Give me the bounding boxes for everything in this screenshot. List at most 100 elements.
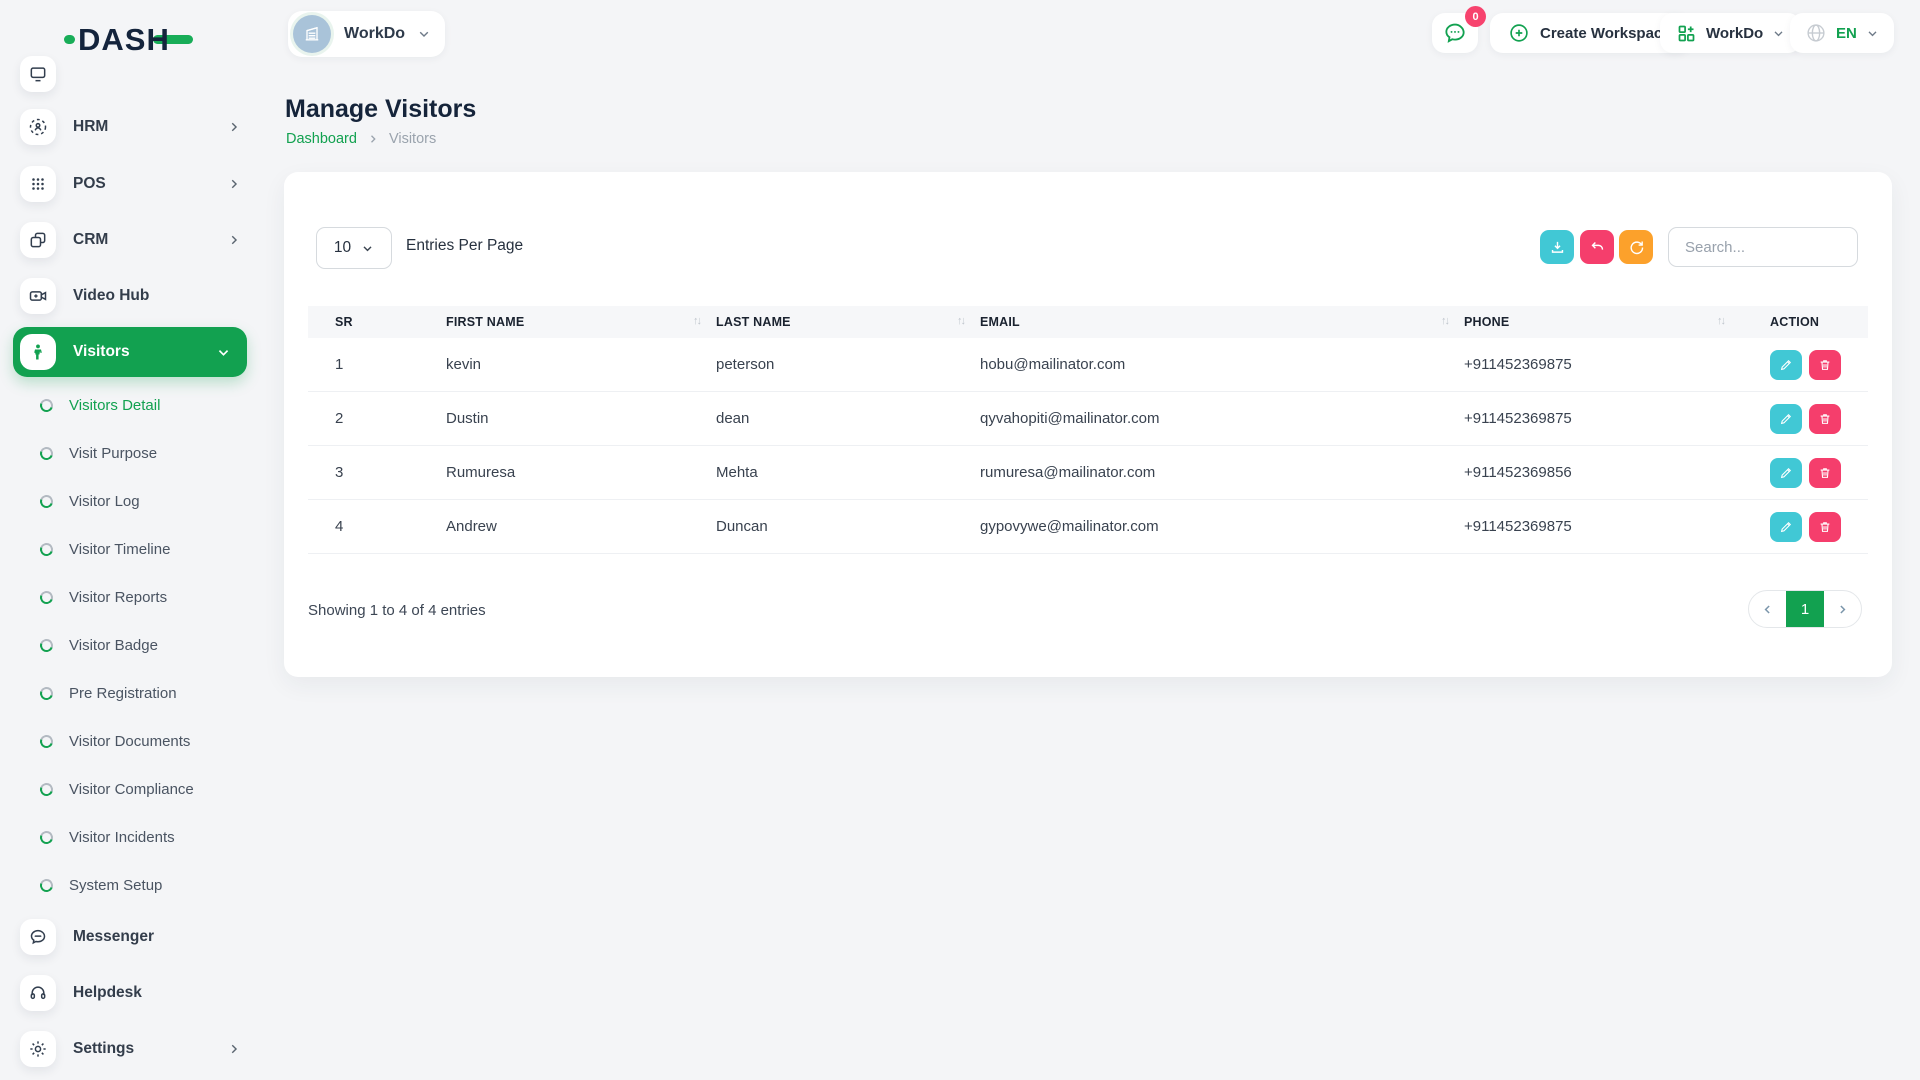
submenu-item[interactable]: Visitor Compliance: [0, 765, 263, 813]
cell-phone: +911452369856: [1464, 446, 1740, 500]
sidebar-item-hrm[interactable]: HRM: [20, 109, 247, 145]
workspace-selector[interactable]: WorkDo: [288, 11, 445, 57]
column-header-action: ACTION: [1740, 306, 1868, 338]
cell-email: rumuresa@mailinator.com: [980, 446, 1464, 500]
delete-button[interactable]: [1809, 404, 1841, 434]
entries-per-page-select[interactable]: 10: [316, 227, 392, 269]
breadcrumb: Dashboard Visitors: [286, 131, 436, 147]
sidebar-item-visitors[interactable]: Visitors: [13, 327, 247, 377]
table-row: 4 Andrew Duncan gypovywe@mailinator.com …: [308, 500, 1868, 554]
pagination: 1: [1748, 590, 1862, 628]
language-selector[interactable]: EN: [1790, 13, 1894, 53]
chevron-down-icon: [417, 27, 431, 41]
cell-email: gypovywe@mailinator.com: [980, 500, 1464, 554]
messenger-badge: 0: [1465, 6, 1486, 27]
delete-button[interactable]: [1809, 512, 1841, 542]
column-header-phone[interactable]: PHONE↑↓: [1464, 306, 1740, 338]
sidebar-item-clipped[interactable]: [20, 56, 247, 92]
submenu-item[interactable]: Visitor Log: [0, 477, 263, 525]
submenu-item[interactable]: Visitor Badge: [0, 621, 263, 669]
chevron-left-icon: [1761, 603, 1774, 616]
cell-phone: +911452369875: [1464, 338, 1740, 392]
submenu-item-label: Visitor Documents: [69, 733, 190, 750]
search-input[interactable]: [1668, 227, 1858, 267]
column-header-email[interactable]: EMAIL↑↓: [980, 306, 1464, 338]
cell-sr: 2: [308, 392, 446, 446]
submenu-item[interactable]: Visitor Incidents: [0, 813, 263, 861]
logo-text: DASH: [78, 24, 170, 55]
table-row: 2 Dustin dean qyvahopiti@mailinator.com …: [308, 392, 1868, 446]
submenu-item-label: Visitor Badge: [69, 637, 158, 654]
export-button[interactable]: [1540, 230, 1574, 264]
sidebar-item-pos[interactable]: POS: [20, 166, 247, 202]
edit-button[interactable]: [1770, 350, 1802, 380]
sidebar-item-crm[interactable]: CRM: [20, 222, 247, 258]
trash-icon: [1818, 520, 1832, 534]
submenu-bullet-icon: [38, 876, 55, 893]
workspace-name: WorkDo: [344, 25, 405, 43]
sidebar-item-settings[interactable]: Settings: [20, 1031, 247, 1067]
cell-last-name: peterson: [716, 338, 980, 392]
sort-icon[interactable]: ↑↓: [957, 315, 964, 327]
edit-button[interactable]: [1770, 404, 1802, 434]
column-header-last-name[interactable]: LAST NAME↑↓: [716, 306, 980, 338]
column-header-first-name[interactable]: FIRST NAME↑↓: [446, 306, 716, 338]
cell-first-name: Dustin: [446, 392, 716, 446]
undo-button[interactable]: [1580, 230, 1614, 264]
refresh-button[interactable]: [1619, 230, 1653, 264]
sidebar-item-helpdesk[interactable]: Helpdesk: [20, 975, 247, 1011]
submenu-item[interactable]: Visit Purpose: [0, 429, 263, 477]
submenu-bullet-icon: [38, 588, 55, 605]
delete-button[interactable]: [1809, 458, 1841, 488]
sort-icon[interactable]: ↑↓: [693, 315, 700, 327]
submenu-bullet-icon: [38, 684, 55, 701]
submenu-bullet-icon: [38, 444, 55, 461]
cell-actions: [1740, 446, 1868, 500]
cell-first-name: Rumuresa: [446, 446, 716, 500]
pos-icon: [20, 166, 56, 202]
pagination-page-1[interactable]: 1: [1786, 591, 1823, 627]
sidebar-item-label: CRM: [73, 231, 108, 249]
submenu-item[interactable]: System Setup: [0, 861, 263, 909]
edit-button[interactable]: [1770, 458, 1802, 488]
breadcrumb-dashboard-link[interactable]: Dashboard: [286, 131, 357, 147]
chevron-right-icon: [227, 1042, 241, 1056]
logo-accent-dot: [64, 35, 75, 44]
apps-menu-button[interactable]: WorkDo: [1660, 13, 1801, 53]
submenu-bullet-icon: [38, 732, 55, 749]
cell-phone: +911452369875: [1464, 392, 1740, 446]
sort-icon[interactable]: ↑↓: [1441, 315, 1448, 327]
trash-icon: [1818, 358, 1832, 372]
sidebar-item-video-hub[interactable]: Video Hub: [20, 278, 247, 314]
plus-circle-icon: [1508, 22, 1530, 44]
submenu-item[interactable]: Visitor Reports: [0, 573, 263, 621]
submenu-item[interactable]: Visitor Timeline: [0, 525, 263, 573]
sort-icon[interactable]: ↑↓: [1717, 315, 1724, 327]
cell-sr: 3: [308, 446, 446, 500]
sidebar-item-messenger[interactable]: Messenger: [20, 919, 247, 955]
submenu-item[interactable]: Visitors Detail: [0, 381, 263, 429]
undo-icon: [1589, 239, 1606, 256]
submenu-item[interactable]: Visitor Documents: [0, 717, 263, 765]
pagination-next-button[interactable]: [1824, 591, 1861, 627]
submenu-item[interactable]: Pre Registration: [0, 669, 263, 717]
gear-icon: [20, 1031, 56, 1067]
cell-actions: [1740, 500, 1868, 554]
create-workspace-button[interactable]: Create Workspace: [1490, 13, 1689, 53]
page-title: Manage Visitors: [285, 95, 476, 124]
cell-first-name: kevin: [446, 338, 716, 392]
edit-button[interactable]: [1770, 512, 1802, 542]
delete-button[interactable]: [1809, 350, 1841, 380]
grid-plus-icon: [1676, 23, 1697, 44]
sidebar-item-label: Visitors: [73, 343, 130, 361]
visitors-submenu: Visitors Detail Visit Purpose Visitor Lo…: [0, 381, 263, 909]
trash-icon: [1818, 466, 1832, 480]
sidebar-item-label: Helpdesk: [73, 984, 142, 1002]
pagination-prev-button[interactable]: [1749, 591, 1786, 627]
app-logo[interactable]: DASH: [64, 24, 193, 55]
messenger-button[interactable]: 0: [1432, 13, 1478, 53]
messenger-icon: [20, 919, 56, 955]
visitors-table: SR FIRST NAME↑↓ LAST NAME↑↓ EMAIL↑↓ PHON…: [308, 306, 1868, 554]
cell-first-name: Andrew: [446, 500, 716, 554]
visitors-table-card: 10 Entries Per Page SR FIRST NAME↑↓ LAST…: [284, 172, 1892, 677]
